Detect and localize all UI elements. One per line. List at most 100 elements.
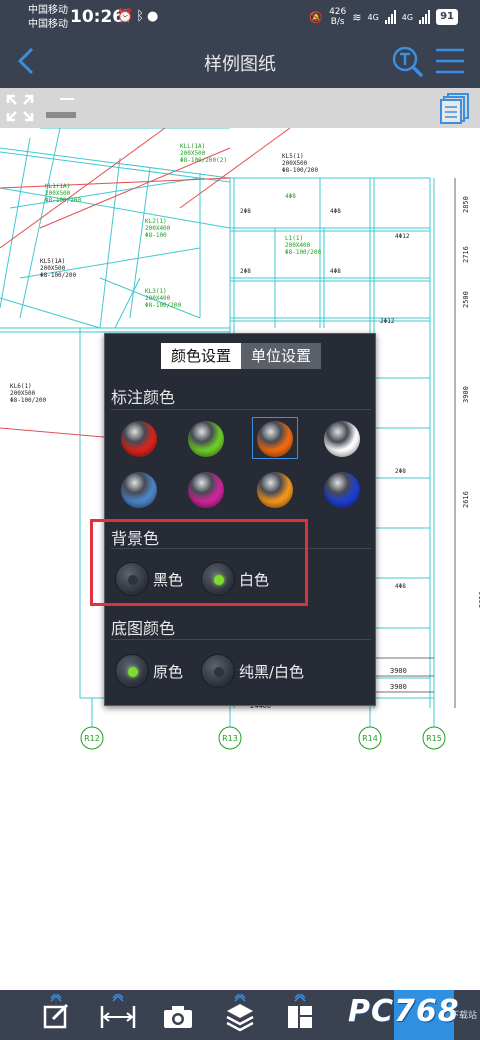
color-swatch-blue[interactable] [324,472,360,508]
svg-text:KL6(1): KL6(1) [10,383,32,390]
net-type-1: 4G [367,12,379,22]
document-stack-icon [440,93,469,124]
radio-base-mono-label[interactable]: 纯黑/白色 [239,661,304,682]
carrier-2: 中国移动 [28,19,68,30]
radio-dot [214,667,224,677]
svg-text:KL1(1A): KL1(1A) [45,183,70,190]
axis-label: R15 [426,734,442,743]
status-icons: ⏰ᛒ● [117,9,161,24]
svg-text:KL2(1): KL2(1) [145,218,167,225]
line-weight-button[interactable] [44,96,78,120]
chevron-up-icon [50,994,62,1002]
beam-label: 2Φ12 [380,318,395,325]
layers-icon [226,1004,254,1032]
svg-text:200X400: 200X400 [145,295,171,302]
signal-icon-2 [419,10,431,24]
highlight-box [90,519,308,606]
radio-dot [128,667,138,677]
radio-base-mono[interactable] [201,654,235,688]
axis-label: R12 [84,734,100,743]
watermark-brand: PC768 [348,994,460,1029]
pc768-watermark: PC768 下载站 [340,990,480,1040]
net-speed-unit: B/s [330,17,345,27]
color-swatch-green[interactable] [188,421,224,457]
radio-base-original[interactable] [115,654,149,688]
beam-label: 4Φ8 [330,268,341,275]
dim-right: 2500 [462,291,470,308]
tab-unit-settings[interactable]: 单位设置 [241,343,321,369]
camera-icon [164,1006,192,1028]
chevron-up-icon [234,994,246,1002]
svg-text:KL5(1A): KL5(1A) [40,258,65,265]
bluetooth-icon: ᛒ [136,9,147,24]
dialog-tabs: 颜色设置 单位设置 [161,343,321,369]
dim-right: 2850 [462,196,470,213]
dim-right: 3900 [462,386,470,403]
svg-text:Φ8-100/200: Φ8-100/200 [145,302,182,309]
color-swatch-orange[interactable] [257,472,293,508]
dim-right: 2616 [462,491,470,508]
bottom-toolbar: PC768 下载站 [0,990,480,1040]
view-toolbar [0,88,480,128]
drawing-list-button[interactable] [440,92,470,124]
svg-text:Φ8-100/200: Φ8-100/200 [282,167,319,174]
divider [111,409,371,410]
color-swatch-orange-red[interactable] [257,421,293,457]
location-icon: ● [147,9,162,24]
svg-text:200X500: 200X500 [282,160,308,167]
alarm-icon: ⏰ [117,9,137,24]
menu-button[interactable] [434,46,466,76]
expand-icon [6,94,34,122]
svg-text:Φ8-100/200: Φ8-100/200 [285,249,322,256]
signal-icon-1 [384,10,396,24]
beam-label: 4Φ8 [330,208,341,215]
status-right: 🔕 426 B/s ≋ 4G 4G 91 [309,7,458,27]
tab-color-settings[interactable]: 颜色设置 [161,343,241,369]
svg-text:Φ8-100/200: Φ8-100/200 [10,397,47,404]
ruler-icon [100,1006,136,1028]
mute-icon: 🔕 [309,10,324,24]
net-speed-value: 426 [329,7,347,17]
svg-text:200X500: 200X500 [180,150,206,157]
watermark-sub: 下载站 [450,1011,478,1021]
divider [111,639,371,640]
measure-button[interactable] [98,994,138,1036]
text-search-icon [392,46,423,77]
color-swatch-steel-blue[interactable] [121,472,157,508]
chevron-up-icon [294,994,306,1002]
color-swatch-magenta[interactable] [188,472,224,508]
fullscreen-button[interactable] [6,94,34,122]
annotation-color-title: 标注颜色 [111,388,176,407]
clock: 10:26 [70,7,125,27]
svg-text:200X400: 200X400 [285,242,311,249]
radio-base-original-label[interactable]: 原色 [153,661,183,682]
chevron-up-icon [112,994,124,1002]
layout-button[interactable] [280,994,320,1036]
net-speed: 426 B/s [329,7,346,27]
color-swatch-white[interactable] [324,421,360,457]
annotate-button[interactable] [36,994,76,1036]
edit-icon [43,1003,69,1029]
dim-bottom: 3900 [390,683,407,691]
axis-label: R14 [362,734,378,743]
wifi-icon: ≋ [352,10,362,24]
svg-text:200X400: 200X400 [145,225,171,232]
camera-button[interactable] [158,996,198,1036]
axis-label: R13 [222,734,238,743]
layout-icon [288,1006,312,1028]
carrier-1: 中国移动 [28,5,68,16]
svg-text:Φ8-100: Φ8-100 [145,232,167,239]
title-bar: 样例图纸 [0,36,480,88]
svg-text:Φ8-100/200: Φ8-100/200 [40,272,77,279]
svg-text:Φ8-100/200: Φ8-100/200 [45,197,82,204]
base-color-title: 底图颜色 [111,619,176,638]
text-search-button[interactable] [390,44,424,78]
color-swatch-red[interactable] [121,421,157,457]
layers-button[interactable] [220,994,260,1036]
svg-text:KL5(1): KL5(1) [282,153,304,160]
battery-icon: 91 [436,9,458,25]
svg-text:4Φ8: 4Φ8 [285,193,296,200]
svg-text:Φ8-100/200(2): Φ8-100/200(2) [180,157,227,164]
svg-text:L1(1): L1(1) [285,235,303,242]
net-type-2: 4G [401,12,414,22]
